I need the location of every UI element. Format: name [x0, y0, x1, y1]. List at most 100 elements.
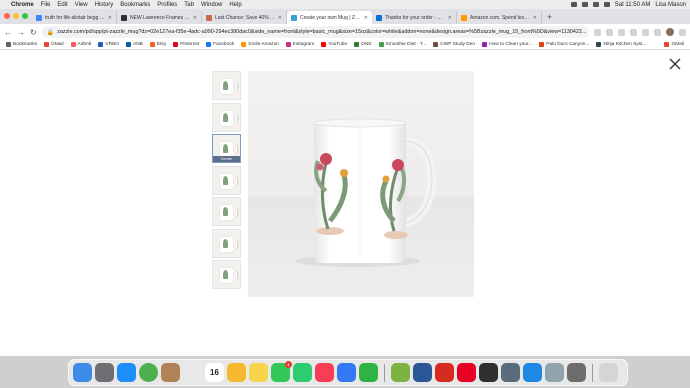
facetime-icon[interactable] — [293, 363, 312, 382]
chrome-icon[interactable] — [139, 363, 158, 382]
word-icon[interactable] — [413, 363, 432, 382]
safari-icon[interactable] — [523, 363, 542, 382]
browser-toolbar: ← → ↻ 🔒 zazzle.com/pd/spp/pt-zazzle_mug?… — [0, 24, 690, 40]
bookmark-item[interactable]: Pinterest — [173, 42, 199, 47]
menu-history[interactable]: History — [95, 2, 114, 8]
bookmark-favicon-icon — [433, 42, 439, 47]
system-preferences-icon[interactable] — [95, 363, 114, 382]
tab[interactable]: Amazon.com. Spend less. Smi ✕ — [457, 11, 542, 24]
thumbnail-item[interactable] — [212, 102, 241, 132]
menu-bookmarks[interactable]: Bookmarks — [120, 2, 150, 8]
tab-active[interactable]: Create your own Mug | Zazzl ✕ — [287, 11, 372, 24]
keynote-icon[interactable] — [337, 363, 356, 382]
thumbnail-item[interactable] — [212, 197, 241, 226]
tab-close-icon[interactable]: ✕ — [278, 15, 282, 21]
thumbnail-item[interactable] — [212, 165, 241, 195]
tab-title: truth for life alistair begg - Se — [45, 14, 106, 21]
menu-tab[interactable]: Tab — [184, 2, 194, 8]
mug-illustration — [296, 118, 437, 267]
trash-icon[interactable] — [599, 363, 618, 382]
extension-icon[interactable] — [630, 28, 637, 36]
minimize-window-icon[interactable] — [13, 13, 19, 19]
chrome-menu-icon[interactable] — [679, 28, 686, 36]
close-icon[interactable] — [668, 57, 682, 71]
pen-tool-icon[interactable] — [501, 363, 520, 382]
tab-close-icon[interactable]: ✕ — [448, 15, 452, 21]
search-icon[interactable] — [592, 2, 599, 7]
menu-user[interactable]: Lisa Mason — [655, 2, 686, 8]
thumbnail-item[interactable]: Center — [212, 134, 241, 163]
numbers-icon[interactable] — [359, 363, 378, 382]
wifi-icon[interactable] — [581, 2, 588, 7]
menu-profiles[interactable]: Profiles — [157, 2, 177, 8]
thumbnail-item[interactable] — [212, 228, 241, 258]
new-tab-button[interactable]: + — [542, 11, 557, 24]
status-icon[interactable] — [570, 2, 577, 7]
app-store-icon[interactable] — [117, 363, 136, 382]
menu-edit[interactable]: Edit — [57, 2, 67, 8]
bookmark-item[interactable]: GMail — [44, 42, 64, 47]
thumbnail-item[interactable] — [212, 260, 241, 289]
bookmark-item[interactable]: ONE — [354, 42, 372, 47]
profile-avatar[interactable] — [666, 28, 674, 36]
launchpad-icon[interactable] — [183, 363, 202, 382]
thumbnail-item[interactable] — [212, 71, 241, 100]
bookmark-item[interactable]: GMail — [664, 42, 684, 47]
back-icon[interactable]: ← — [4, 28, 12, 37]
bookmark-item[interactable]: How to Clean your... — [482, 42, 532, 47]
close-window-icon[interactable] — [4, 13, 10, 19]
calendar-icon[interactable]: 16 — [205, 363, 224, 382]
bookmark-item[interactable]: ANB — [126, 42, 143, 47]
forward-icon[interactable]: → — [17, 28, 25, 37]
script-editor-icon[interactable] — [567, 363, 586, 382]
menu-chrome[interactable]: Chrome — [11, 2, 34, 8]
side-panel-icon[interactable] — [654, 28, 661, 36]
tab-close-icon[interactable]: ✕ — [108, 15, 112, 21]
lock-icon[interactable]: 🔒 — [47, 29, 54, 36]
tab-close-icon[interactable]: ✕ — [193, 15, 197, 21]
bookmark-item[interactable]: YouTube — [321, 42, 347, 47]
photos-icon[interactable] — [227, 363, 246, 382]
acrobat-icon[interactable] — [435, 363, 454, 382]
tab-close-icon[interactable]: ✕ — [533, 15, 537, 21]
bookmark-star-icon[interactable] — [606, 28, 613, 36]
bookmark-item[interactable]: CWP Study Den — [433, 42, 475, 47]
bookmark-item[interactable]: VRBO — [98, 42, 119, 47]
notes-icon[interactable] — [249, 363, 268, 382]
address-bar[interactable]: 🔒 zazzle.com/pd/spp/pt-zazzle_mug?dz=02e… — [41, 26, 589, 38]
reload-icon[interactable]: ↻ — [30, 28, 37, 37]
bookmark-item[interactable]: Smile Amazon — [241, 42, 279, 47]
menu-file[interactable]: File — [41, 2, 51, 8]
bookmark-item[interactable]: Bookmarks — [6, 42, 37, 47]
menu-help[interactable]: Help — [229, 2, 241, 8]
bookmark-item[interactable]: Palo Duro Canyon... — [539, 42, 589, 47]
bookmark-item[interactable]: Facebook — [206, 42, 234, 47]
extensions-puzzle-icon[interactable] — [642, 28, 649, 36]
bookmark-item[interactable]: Airbnb — [70, 42, 91, 47]
control-center-icon[interactable] — [603, 2, 610, 7]
bookmark-item[interactable]: Etsy — [149, 42, 166, 47]
menu-view[interactable]: View — [75, 2, 88, 8]
tab[interactable]: Last Chance: Save 40% on Flo ✕ — [202, 11, 287, 24]
tab[interactable]: NEW Lawrence Frames 5x7 S ✕ — [117, 11, 202, 24]
menu-clock[interactable]: Sat 11:50 AM — [615, 2, 651, 8]
url-text[interactable]: zazzle.com/pd/spp/pt-zazzle_mug?dz=02e12… — [57, 29, 586, 35]
preview-icon[interactable] — [545, 363, 564, 382]
cricut-icon[interactable] — [479, 363, 498, 382]
tab[interactable]: Thanks for your order - Walm ✕ — [372, 11, 457, 24]
tab[interactable]: truth for life alistair begg - Se ✕ — [32, 11, 117, 24]
extension-icon[interactable] — [618, 28, 625, 36]
tab-close-icon[interactable]: ✕ — [364, 15, 368, 21]
messages-icon[interactable]: 1 — [271, 361, 292, 382]
walmart-icon[interactable] — [391, 363, 410, 382]
pinterest-icon[interactable] — [457, 363, 476, 382]
share-icon[interactable] — [594, 28, 601, 36]
bookmark-item[interactable]: Ninja Kitchen Syst... — [596, 42, 646, 47]
bookmark-item[interactable]: Instagram — [285, 42, 314, 47]
menu-window[interactable]: Window — [201, 2, 222, 8]
zoom-window-icon[interactable] — [22, 13, 28, 19]
music-icon[interactable] — [315, 363, 334, 382]
finder-icon[interactable] — [73, 363, 92, 382]
contacts-icon[interactable] — [161, 363, 180, 382]
bookmark-item[interactable]: Smoothie Diet - T... — [378, 42, 426, 47]
